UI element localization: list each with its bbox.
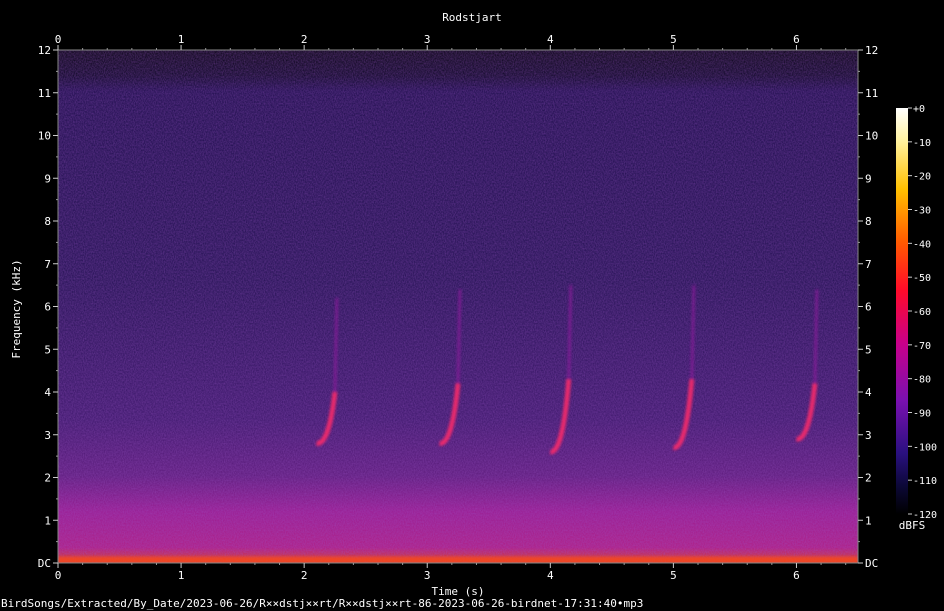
colorbar-tick-label: -110 bbox=[913, 476, 937, 487]
call-harmonic bbox=[690, 285, 696, 380]
x-tick-top-label: 6 bbox=[793, 33, 800, 46]
y-tick-left-label: 4 bbox=[44, 386, 51, 399]
colorbar-tick-label: -20 bbox=[913, 172, 931, 183]
y-tick-left-label: 7 bbox=[44, 258, 51, 271]
y-tick-left-label: 5 bbox=[44, 343, 51, 356]
call-harmonic bbox=[567, 285, 573, 380]
y-tick-left-label: 8 bbox=[44, 215, 51, 228]
colorbar-tick-label: -80 bbox=[913, 375, 931, 386]
call-harmonic bbox=[333, 297, 339, 393]
colorbar-tick-label: -90 bbox=[913, 409, 931, 420]
call-harmonic bbox=[456, 289, 462, 384]
colorbar-ticks: +0-10-20-30-40-50-60-70-80-90-100-110-12… bbox=[908, 104, 937, 521]
colorbar-tick-label: -30 bbox=[913, 206, 931, 217]
y-tick-right-label: 6 bbox=[865, 301, 872, 314]
x-tick-bottom-label: 5 bbox=[670, 569, 677, 582]
x-ticks-bottom: 0 1 2 3 4 5 6 bbox=[55, 563, 847, 582]
y-ticks-right: DC123456789101112 bbox=[858, 44, 878, 570]
colorbar-tick-label: +0 bbox=[913, 104, 925, 115]
y-tick-right-label: 11 bbox=[865, 87, 878, 100]
y-tick-left-label: 2 bbox=[44, 472, 51, 485]
y-tick-right-label: 3 bbox=[865, 429, 872, 442]
y-tick-right-label: 2 bbox=[865, 472, 872, 485]
x-tick-bottom-label: 0 bbox=[55, 569, 62, 582]
footer-filename: BirdSongs/Extracted/By_Date/2023-06-26/R… bbox=[1, 597, 643, 610]
colorbar-label: dBFS bbox=[899, 519, 926, 532]
colorbar-tick-label: -10 bbox=[913, 138, 931, 149]
y-tick-right-label: 12 bbox=[865, 44, 878, 57]
y-tick-right-label: 5 bbox=[865, 343, 872, 356]
x-tick-bottom-label: 1 bbox=[178, 569, 185, 582]
colorbar bbox=[896, 108, 908, 514]
y-ticks-left: DC123456789101112 bbox=[38, 44, 58, 570]
y-tick-right-label: 10 bbox=[865, 130, 878, 143]
x-tick-bottom-label: 4 bbox=[547, 569, 554, 582]
x-tick-bottom-label: 6 bbox=[793, 569, 800, 582]
colorbar-tick-label: -40 bbox=[913, 239, 931, 250]
spectrogram-chart: Rodstjart 0123456 0123456 DC123456789101… bbox=[1, 11, 937, 610]
x-tick-top-label: 2 bbox=[301, 33, 308, 46]
y-tick-left-label: 1 bbox=[44, 514, 51, 527]
x-ticks-top: 0 1 2 3 4 5 6 bbox=[55, 33, 847, 50]
y-tick-left-label: 11 bbox=[38, 87, 51, 100]
y-tick-right-label: DC bbox=[865, 557, 878, 570]
x-tick-bottom-label: 2 bbox=[301, 569, 308, 582]
y-tick-left-label: 12 bbox=[38, 44, 51, 57]
spectrogram-plot-area bbox=[58, 50, 858, 563]
y-tick-left-label: 10 bbox=[38, 130, 51, 143]
colorbar-tick-label: -60 bbox=[913, 307, 931, 318]
x-tick-top-label: 0 bbox=[55, 33, 62, 46]
colorbar-tick-label: -100 bbox=[913, 442, 937, 453]
x-tick-bottom-label: 3 bbox=[424, 569, 431, 582]
y-tick-right-label: 1 bbox=[865, 514, 872, 527]
colorbar-tick-label: -70 bbox=[913, 341, 931, 352]
y-tick-left-label: 3 bbox=[44, 429, 51, 442]
x-tick-top-label: 3 bbox=[424, 33, 431, 46]
y-tick-right-label: 7 bbox=[865, 258, 872, 271]
x-tick-top-label: 4 bbox=[547, 33, 554, 46]
y-tick-right-label: 4 bbox=[865, 386, 872, 399]
y-tick-left-label: 9 bbox=[44, 172, 51, 185]
call-harmonic bbox=[813, 289, 819, 384]
x-tick-top-label: 1 bbox=[178, 33, 185, 46]
x-tick-top-label: 5 bbox=[670, 33, 677, 46]
chart-title: Rodstjart bbox=[442, 11, 502, 24]
colorbar-tick-label: -50 bbox=[913, 273, 931, 284]
y-tick-left-label: DC bbox=[38, 557, 51, 570]
spectrogram-noise bbox=[58, 50, 858, 563]
y-axis-label: Frequency (kHz) bbox=[10, 259, 23, 358]
y-tick-left-label: 6 bbox=[44, 301, 51, 314]
y-tick-right-label: 8 bbox=[865, 215, 872, 228]
dc-band bbox=[58, 556, 858, 563]
y-tick-right-label: 9 bbox=[865, 172, 872, 185]
